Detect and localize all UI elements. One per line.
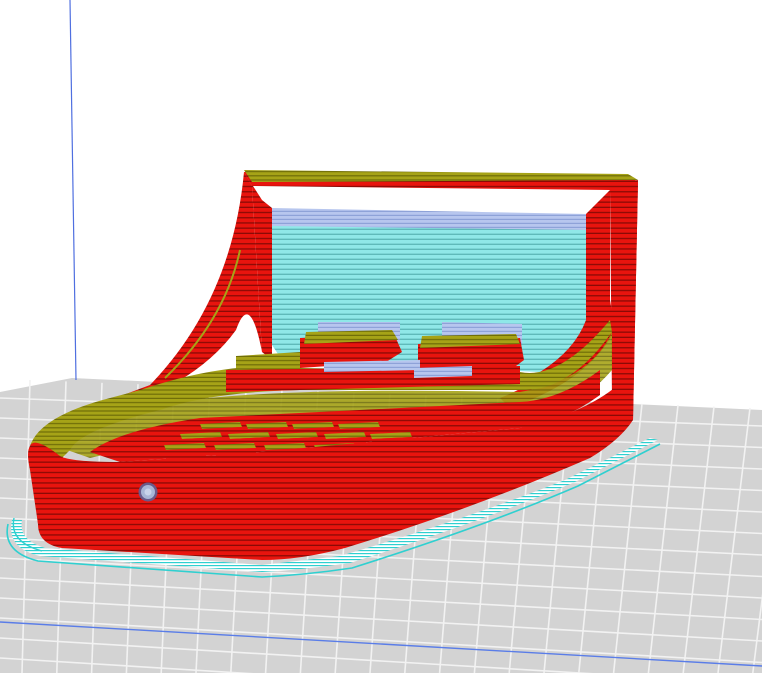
3d-scene[interactable] xyxy=(0,0,762,673)
y-axis-line xyxy=(69,0,77,381)
mounting-hole xyxy=(138,482,158,502)
layer-preview-viewport[interactable] xyxy=(0,0,762,673)
